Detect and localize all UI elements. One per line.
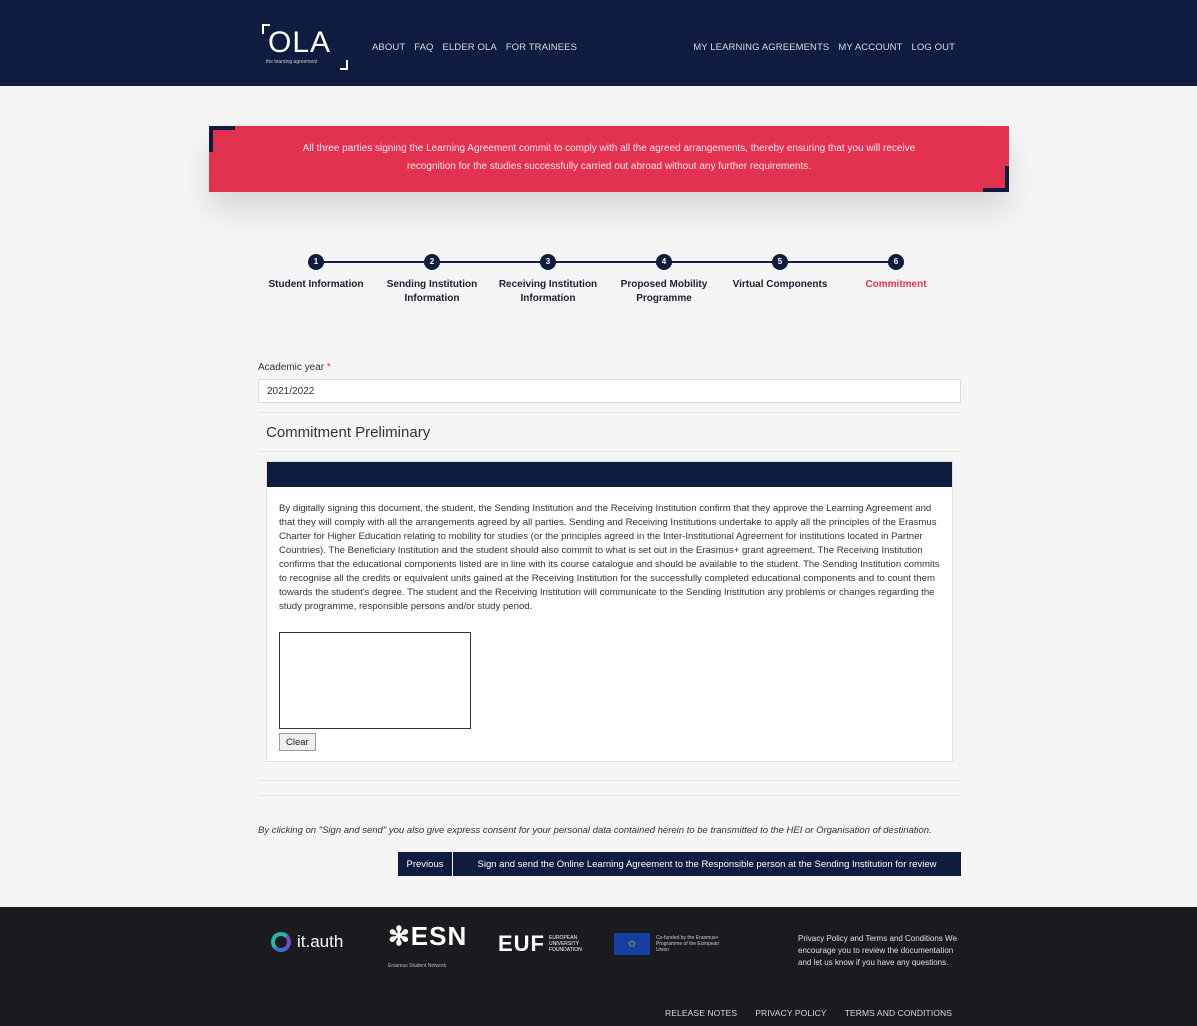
progress-stepper: 1 Student Information 2 Sending Institut… [258,250,958,310]
eu-funding-text: Co-funded by the Erasmus+ Programme of t… [656,935,720,953]
banner-text-line1: All three parties signing the Learning A… [302,143,916,154]
step-label: Virtual Components [732,279,828,290]
banner-text-line2: recognition for the studies successfully… [406,161,812,172]
footer-link-terms[interactable]: TERMS AND CONDITIONS [845,1008,952,1018]
esn-logo-text: ESN [410,921,468,951]
commitment-text: By digitally signing this document, the … [279,503,940,612]
step-number: 3 [540,254,556,270]
panel-header-bar [267,462,952,487]
step-proposed-mobility[interactable]: 4 Proposed Mobility Programme [606,250,722,306]
sign-and-send-button[interactable]: Sign and send the Online Learning Agreem… [453,852,961,876]
nav-elder-ola[interactable]: ELDER OLA [443,42,497,53]
step-label: Receiving Institution Information [498,279,598,304]
esn-subtitle: Erasmus Student Network [388,963,447,969]
nav-about[interactable]: ABOUT [372,42,405,53]
step-number: 6 [888,254,904,270]
step-receiving-institution[interactable]: 3 Receiving Institution Information [490,250,606,306]
nav-log-out[interactable]: LOG OUT [912,42,955,53]
footer-link-privacy-policy[interactable]: PRIVACY POLICY [755,1008,826,1018]
required-mark: * [326,362,331,373]
esn-star-icon: ✻ [388,921,411,951]
previous-button[interactable]: Previous [398,852,452,876]
step-number: 4 [656,254,672,270]
academic-year-label-text: Academic year [258,362,325,373]
policy-note: Privacy Policy and Terms and Conditions … [798,934,957,967]
step-virtual-components[interactable]: 5 Virtual Components [722,250,838,292]
euf-logo[interactable]: EUF EUROPEAN UNIVERSITY FOUNDATION [498,931,585,957]
divider [258,451,961,452]
step-number: 1 [308,254,324,270]
step-label-active: Commitment [865,279,927,290]
page-footer: it.auth ✻ESN Erasmus Student Network EUF… [0,907,1197,1026]
account-nav: MY LEARNING AGREEMENTS MY ACCOUNT LOG OU… [693,42,955,53]
academic-year-input[interactable] [258,379,961,403]
euf-subtitle: EUROPEAN UNIVERSITY FOUNDATION [549,935,582,953]
nav-for-trainees[interactable]: FOR TRAINEES [506,42,577,53]
logo-corner-bracket [340,60,348,70]
nav-my-learning-agreements[interactable]: MY LEARNING AGREEMENTS [693,42,829,53]
step-sending-institution[interactable]: 2 Sending Institution Information [374,250,490,306]
banner-corner [983,166,1009,192]
euf-logo-text: EUF [498,931,545,956]
itauth-logo-text: it.auth [297,932,344,951]
eu-funding-logo: ✩ Co-funded by the Erasmus+ Programme of… [614,933,726,955]
banner-corner [209,126,235,152]
step-commitment[interactable]: 6 Commitment [838,250,954,292]
signature-pad[interactable] [279,632,471,729]
step-student-information[interactable]: 1 Student Information [258,250,374,292]
eu-flag-icon: ✩ [614,933,650,955]
itauth-logo[interactable]: it.auth [271,932,343,952]
logo-text: OLA [268,26,332,59]
step-number: 5 [772,254,788,270]
ola-logo[interactable]: OLA the learning agreement [262,24,350,70]
divider [258,780,961,781]
step-number: 2 [424,254,440,270]
logo-tagline: the learning agreement [266,59,318,65]
section-title: Commitment Preliminary [266,424,431,441]
step-label: Sending Institution Information [386,279,478,304]
main-nav: ABOUT FAQ ELDER OLA FOR TRAINEES [372,42,577,53]
step-label: Proposed Mobility Programme [620,279,708,304]
itauth-ring-icon [271,932,291,952]
nav-my-account[interactable]: MY ACCOUNT [838,42,902,53]
footer-links: RELEASE NOTES PRIVACY POLICY TERMS AND C… [665,1008,952,1018]
commitment-panel: By digitally signing this document, the … [266,461,953,762]
clear-signature-button[interactable]: Clear [279,733,316,751]
esn-logo[interactable]: ✻ESN Erasmus Student Network [388,921,468,969]
footer-link-release-notes[interactable]: RELEASE NOTES [665,1008,737,1018]
consent-text: By clicking on "Sign and send" you also … [258,825,932,836]
divider [258,795,961,796]
academic-year-label: Academic year * [258,362,331,373]
step-label: Student Information [268,279,364,290]
top-header: OLA the learning agreement ABOUT FAQ ELD… [0,0,1197,86]
nav-faq[interactable]: FAQ [414,42,433,53]
divider [258,412,961,413]
commitment-banner: All three parties signing the Learning A… [209,126,1009,192]
